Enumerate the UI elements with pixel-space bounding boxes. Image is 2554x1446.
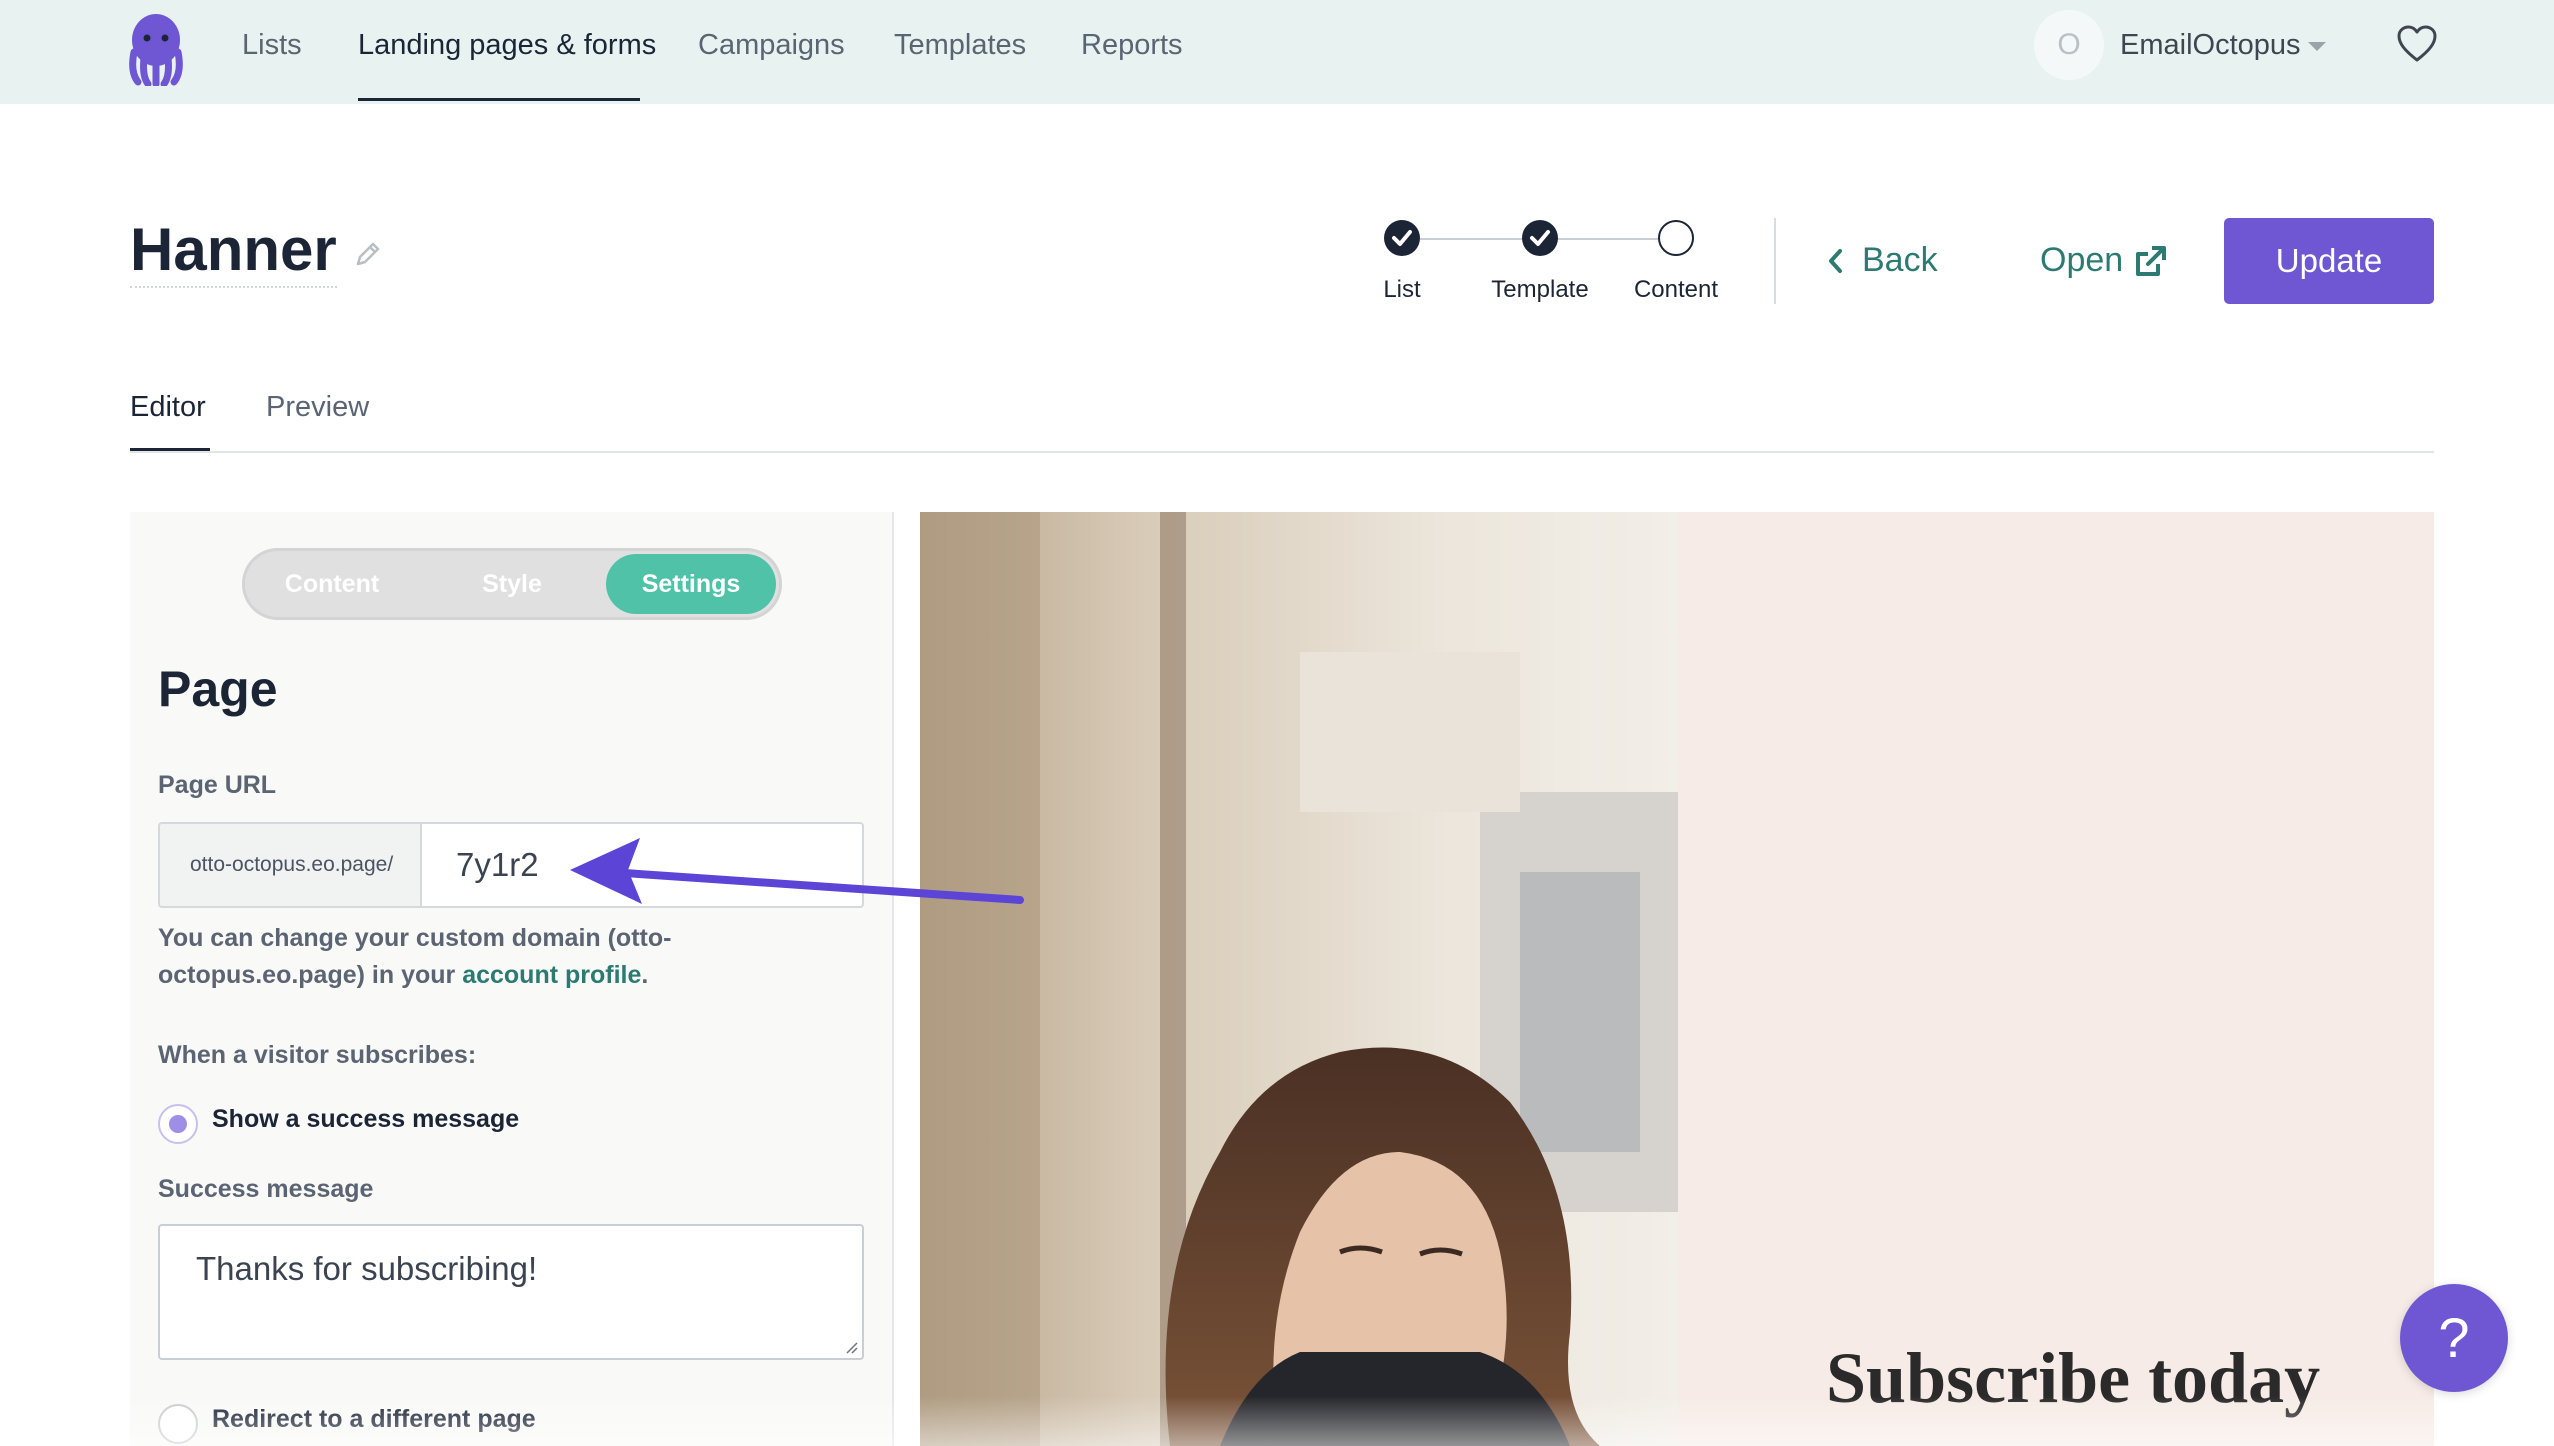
nav-templates[interactable]: Templates: [894, 28, 1026, 76]
account-profile-link[interactable]: account profile: [462, 961, 641, 989]
page-url-label: Page URL: [158, 771, 277, 799]
nav-reports[interactable]: Reports: [1081, 28, 1183, 76]
radio-label-show-success[interactable]: Show a success message: [212, 1104, 519, 1134]
radio-redirect[interactable]: [158, 1404, 198, 1444]
top-navigation: Lists Landing pages & forms Campaigns Te…: [0, 0, 2554, 104]
nav-campaigns[interactable]: Campaigns: [698, 28, 845, 76]
account-menu[interactable]: EmailOctopus: [2120, 28, 2301, 62]
success-message-textarea[interactable]: Thanks for subscribing!: [158, 1224, 864, 1360]
step-list-complete[interactable]: [1384, 220, 1420, 256]
nav-active-indicator: [358, 98, 640, 101]
check-icon: [1530, 230, 1550, 246]
step-label-list: List: [1383, 276, 1421, 303]
resize-handle-icon[interactable]: [842, 1338, 858, 1354]
tabs-divider: [130, 451, 2434, 453]
radio-label-redirect[interactable]: Redirect to a different page: [212, 1404, 536, 1434]
preview-heading: Subscribe today: [1826, 1338, 2321, 1418]
avatar[interactable]: O: [2034, 10, 2104, 80]
header-divider: [1774, 218, 1776, 304]
open-button[interactable]: Open: [2040, 240, 2123, 280]
back-button[interactable]: Back: [1862, 240, 1938, 280]
heart-icon[interactable]: [2396, 24, 2438, 64]
tab-preview[interactable]: Preview: [266, 388, 369, 426]
segment-content[interactable]: Content: [262, 548, 402, 620]
pencil-icon[interactable]: [352, 238, 384, 270]
success-message-label: Success message: [158, 1175, 374, 1203]
octopus-logo-icon[interactable]: [126, 12, 186, 86]
segment-settings[interactable]: Settings: [606, 554, 776, 614]
nav-landing-pages-forms[interactable]: Landing pages & forms: [358, 28, 656, 76]
stepper-connector: [1556, 238, 1658, 240]
external-link-icon[interactable]: [2132, 244, 2168, 280]
update-button[interactable]: Update: [2224, 218, 2434, 304]
tab-active-indicator: [130, 448, 210, 451]
segment-style[interactable]: Style: [442, 548, 582, 620]
preview-photo: [920, 512, 1678, 1446]
help-text-end: .: [641, 961, 649, 989]
nav-lists[interactable]: Lists: [242, 28, 302, 76]
step-template-complete[interactable]: [1522, 220, 1558, 256]
custom-domain-help: You can change your custom domain (otto-…: [158, 920, 858, 994]
stepper-connector: [1420, 238, 1524, 240]
panel-divider: [892, 512, 894, 1446]
annotation-arrow-icon: [570, 838, 1024, 904]
help-button[interactable]: ?: [2400, 1284, 2508, 1392]
check-icon: [1392, 230, 1412, 246]
radio-show-success-message[interactable]: [158, 1104, 198, 1144]
subscribe-behavior-label: When a visitor subscribes:: [158, 1041, 477, 1069]
page-title[interactable]: Hanner: [130, 216, 337, 288]
url-prefix: otto-octopus.eo.page/: [158, 822, 420, 908]
tab-editor[interactable]: Editor: [130, 388, 206, 426]
step-content-current[interactable]: [1658, 220, 1694, 256]
chevron-left-icon[interactable]: [1826, 248, 1844, 274]
section-title: Page: [158, 661, 278, 717]
panel-segmented-control: Content Style Settings: [242, 548, 782, 620]
caret-down-icon[interactable]: [2308, 42, 2326, 51]
step-label-content: Content: [1633, 276, 1719, 303]
